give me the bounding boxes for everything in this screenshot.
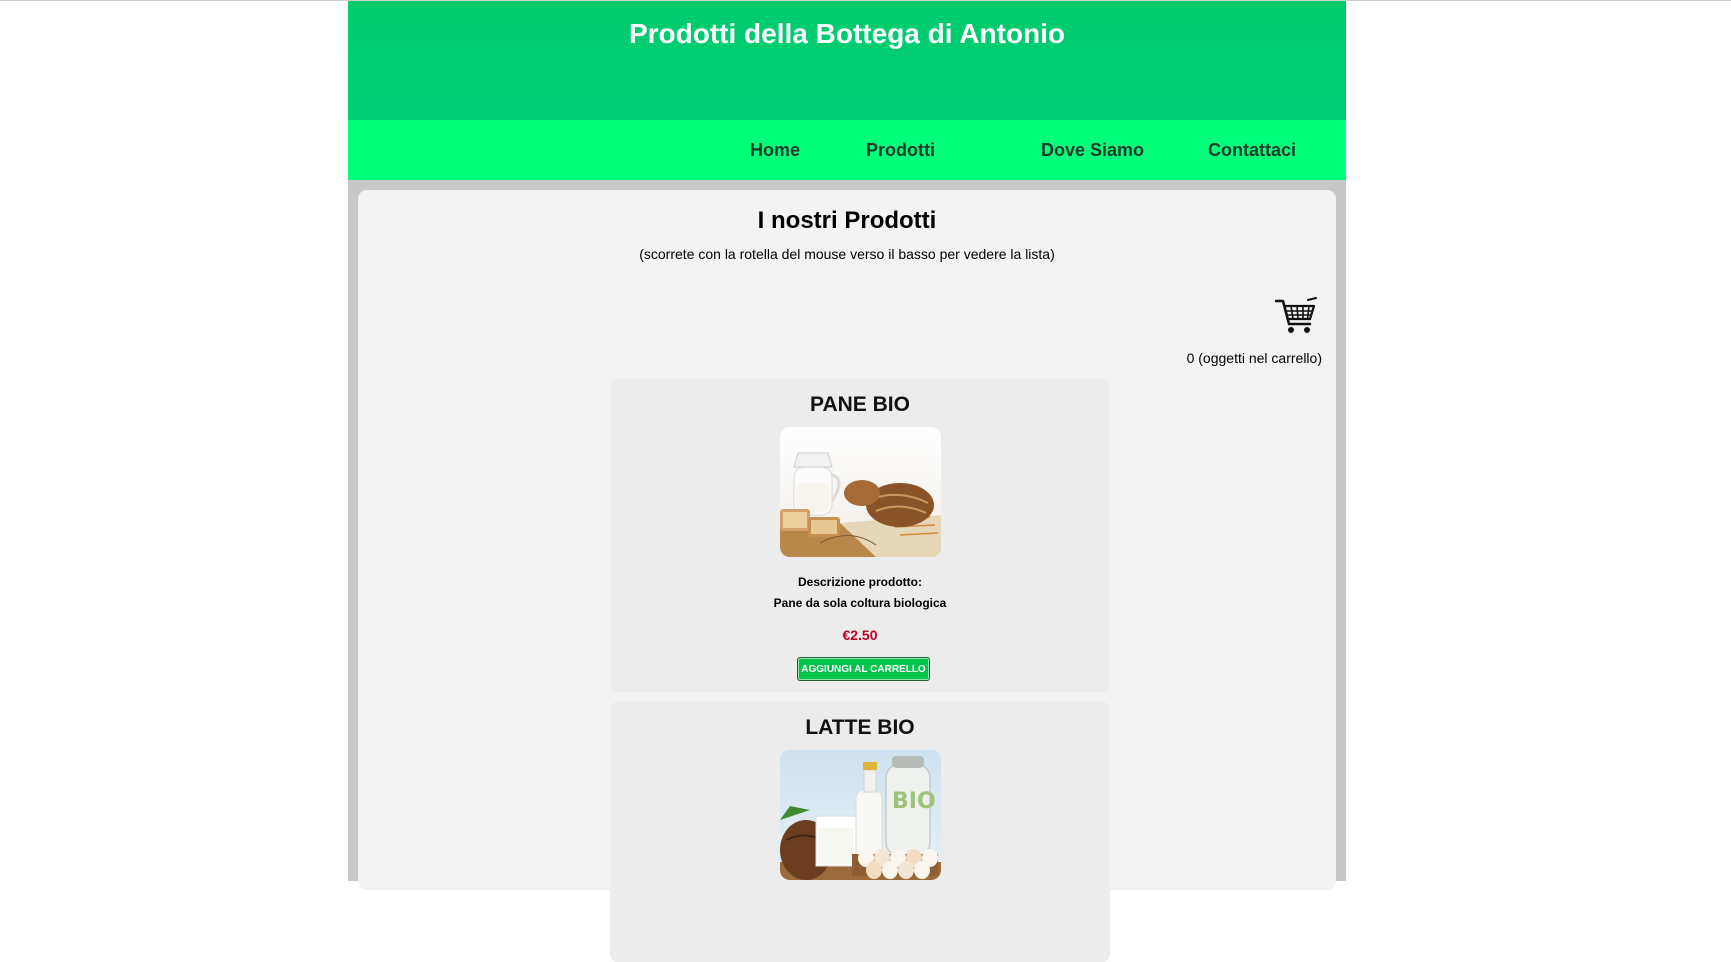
nav-item-dove-siamo[interactable]: Dove Siamo — [1041, 140, 1144, 161]
product-description: Pane da sola coltura biologica — [773, 596, 947, 610]
product-card: LATTE BIO BIO — [610, 702, 1110, 962]
nav-item-contattaci[interactable]: Contattaci — [1208, 140, 1296, 161]
content-panel: I nostri Prodotti (scorrete con la rotel… — [358, 190, 1336, 962]
product-name: LATTE BIO — [805, 716, 915, 739]
product-card: PANE BIO Descrizione prodotto: Pane da s… — [610, 379, 1110, 692]
product-price: €2.50 — [842, 627, 878, 643]
main-nav: Home Prodotti Dove Siamo Contattaci — [348, 120, 1346, 180]
page-subtitle: (scorrete con la rotella del mouse verso… — [639, 246, 1055, 262]
nav-item-prodotti[interactable]: Prodotti — [866, 140, 935, 161]
add-to-cart-button[interactable]: AGGIUNGI AL CARRELLO — [797, 657, 930, 681]
site-header: Prodotti della Bottega di Antonio — [348, 1, 1346, 120]
product-name: PANE BIO — [810, 393, 910, 416]
product-image-bread — [780, 427, 941, 557]
product-description-label: Descrizione prodotto: — [797, 575, 922, 589]
cart-count: 0 (oggetti nel carrello) — [1186, 350, 1322, 366]
nav-item-home[interactable]: Home — [750, 140, 800, 161]
shopping-cart-icon[interactable] — [1274, 297, 1317, 337]
site-container: Prodotti della Bottega di Antonio Home P… — [348, 1, 1346, 962]
page-title: I nostri Prodotti — [757, 207, 937, 234]
site-title: Prodotti della Bottega di Antonio — [628, 18, 1066, 49]
product-image-milk: BIO — [780, 750, 941, 880]
svg-text:BIO: BIO — [892, 789, 936, 814]
